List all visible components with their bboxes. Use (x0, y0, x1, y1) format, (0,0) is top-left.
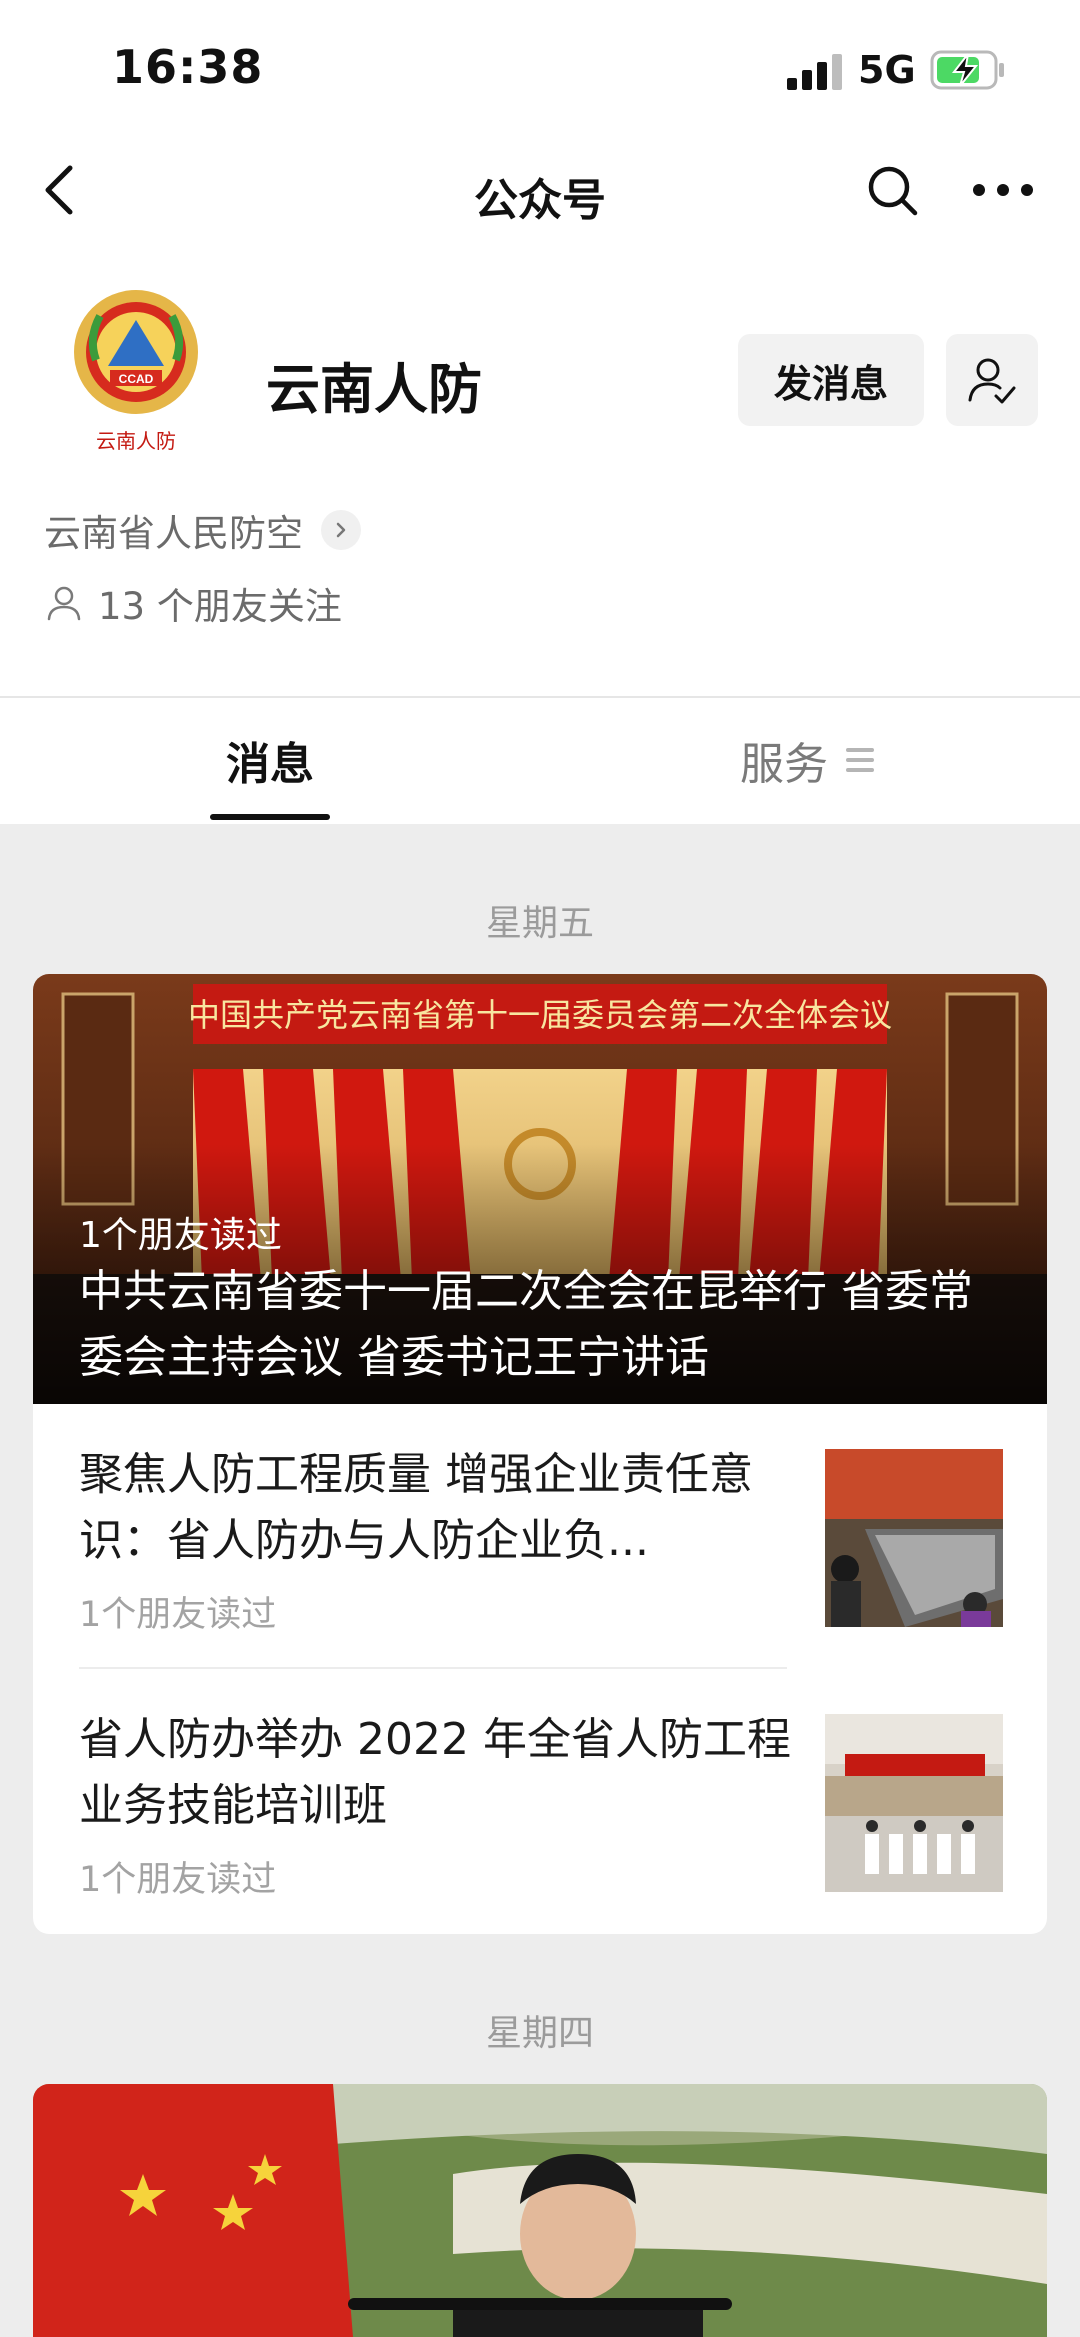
following-button[interactable] (946, 334, 1038, 426)
send-message-button[interactable]: 发消息 (738, 334, 924, 426)
article-title: 省人防办举办 2022 年全省人防工程业务技能培训班 (79, 1714, 791, 1831)
search-icon[interactable] (862, 160, 922, 220)
logo-text: CCAD (119, 372, 154, 386)
active-tab-indicator (210, 814, 330, 820)
organization-name: 云南省人民防空 (44, 512, 303, 555)
user-check-icon (968, 358, 1016, 404)
article-item[interactable]: 省人防办举办 2022 年全省人防工程业务技能培训班 1个朋友读过 (33, 1669, 1047, 1934)
article-item[interactable]: 聚焦人防工程质量 增强企业责任意识：省人防办与人防企业负... 1个朋友读过 (33, 1404, 1047, 1669)
signal-icon (787, 54, 843, 90)
friend-read-indicator: 1个朋友读过 (79, 1860, 277, 1900)
account-name: 云南人防 (266, 358, 482, 421)
tab-messages[interactable]: 消息 (210, 728, 330, 792)
friend-read-indicator: 1个朋友读过 (79, 1595, 277, 1635)
date-label: 星期四 (485, 2013, 594, 2054)
home-indicator (348, 2298, 732, 2310)
organization-link[interactable]: 云南省人民防空 (44, 505, 361, 555)
article-group-card: 中国共产党云南省第十一届委员会第二次全体会议 1个朋友读过 中共云南省委十一届二… (33, 974, 1047, 1934)
article-title: 聚焦人防工程质量 增强企业责任意识：省人防办与人防企业负... (79, 1449, 753, 1566)
date-label: 星期五 (485, 903, 594, 944)
tab-services-label: 服务 (740, 739, 828, 790)
navigation-bar: 公众号 (0, 140, 1080, 240)
featured-article-title: 中共云南省委十一届二次全会在昆举行 省委常委会主持会议 省委书记王宁讲话 (79, 1266, 973, 1383)
tab-services[interactable]: 服务 (740, 728, 874, 792)
status-bar: 16:38 5G (0, 0, 1080, 140)
user-icon (47, 586, 81, 621)
friend-read-indicator: 1个朋友读过 (79, 1215, 282, 1256)
friends-count: 13 个朋友关注 (98, 585, 342, 628)
article-thumbnail (825, 1714, 1003, 1892)
more-options-icon[interactable] (968, 160, 1038, 220)
menu-icon (846, 746, 874, 774)
status-time: 16:38 (112, 40, 264, 94)
banner-text: 中国共产党云南省第十一届委员会第二次全体会议 (188, 996, 892, 1034)
account-logo: CCAD 云南人防 (74, 290, 198, 453)
article-thumbnail (825, 1449, 1003, 1627)
battery-charging-icon (930, 50, 1004, 90)
network-type: 5G (858, 48, 916, 92)
friends-following[interactable]: 13 个朋友关注 (44, 578, 342, 628)
featured-article[interactable]: 中国共产党云南省第十一届委员会第二次全体会议 1个朋友读过 中共云南省委十一届二… (33, 974, 1047, 1404)
logo-caption: 云南人防 (96, 429, 176, 453)
chevron-right-icon (321, 510, 361, 550)
tab-bar: 消息 服务 (0, 698, 1080, 824)
